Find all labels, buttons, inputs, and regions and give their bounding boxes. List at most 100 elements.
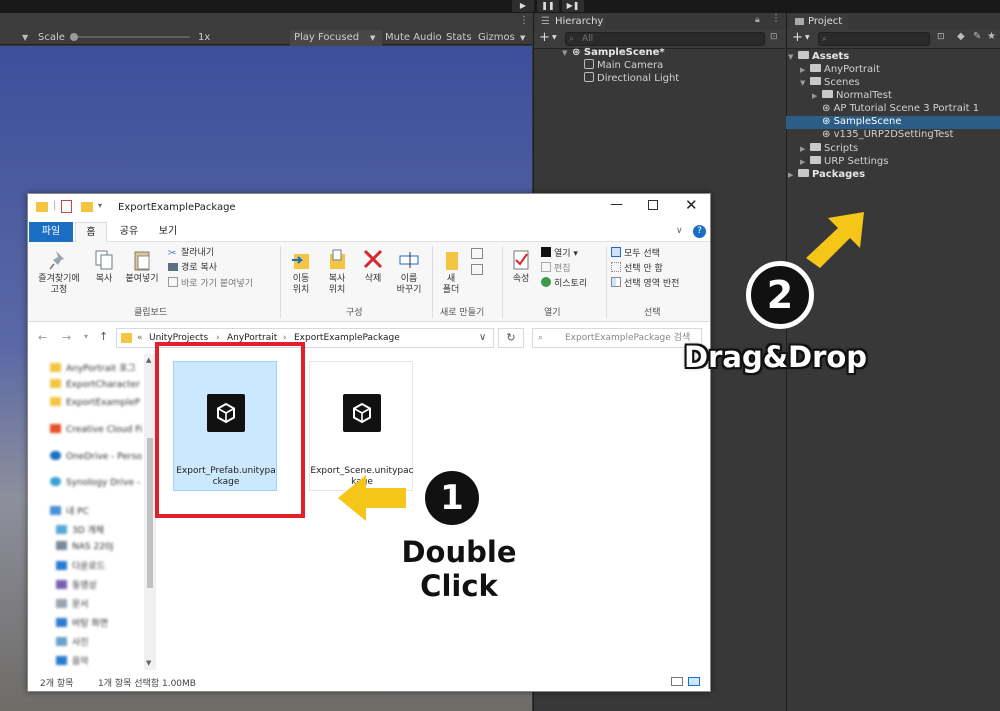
nav-item[interactable]: OneDrive - Perso [50,451,142,462]
nav-item[interactable]: 바탕 화면 [56,616,108,629]
forward-button[interactable]: → [62,331,71,344]
scroll-down-icon[interactable]: ▼ [146,659,151,667]
tab-share[interactable]: 공유 [111,222,147,242]
expand-icon[interactable]: ▶ [788,169,798,182]
tab-view[interactable]: 보기 [150,222,186,242]
nav-item[interactable]: 음악 [56,654,89,667]
copy-button[interactable]: 복사 [88,248,120,285]
details-view-icon[interactable] [671,677,683,686]
hierarchy-item[interactable]: Directional Light [584,72,679,85]
pause-button[interactable]: ❚❚ [537,0,559,12]
tree-item-scripts[interactable]: ▶ Scripts [800,142,858,156]
display-dropdown-icon[interactable]: ▼ [22,32,28,44]
invert-selection-button[interactable]: 선택 영역 반전 [611,277,679,290]
create-dropdown-icon[interactable]: ▼ [552,34,557,41]
file-tile-scene[interactable]: Export_Scene.unitypackage [309,361,414,491]
hierarchy-search-input[interactable]: ⌕ All [565,32,765,46]
search-options-icon[interactable]: ⊡ [937,32,945,42]
favorites-icon[interactable]: ★ [987,31,996,42]
expand-icon[interactable]: ▼ [788,51,798,64]
nav-item[interactable]: Creative Cloud Fi [50,424,142,435]
select-all-button[interactable]: 모두 선택 [611,247,660,260]
label-icon[interactable]: ✎ [973,31,981,42]
select-none-button[interactable]: 선택 안 함 [611,262,663,275]
scene-row[interactable]: ▼ ⊛ SampleScene* [562,46,665,60]
search-options-icon[interactable]: ⊡ [770,32,778,42]
tree-item-assets[interactable]: ▼ Assets [788,50,849,64]
easy-access-icon[interactable] [471,264,483,275]
scale-slider-handle[interactable] [70,33,78,41]
lock-icon[interactable]: 🔒︎ [755,15,760,25]
nav-item[interactable]: 사진 [56,635,89,648]
tree-item-urp-settings[interactable]: ▶ URP Settings [800,155,889,169]
new-item-icon[interactable] [471,248,483,259]
properties-icon[interactable] [61,200,72,213]
back-button[interactable]: ← [38,331,47,344]
open-button[interactable]: 열기 ▾ [541,247,578,260]
project-search-input[interactable]: ⌕ [818,32,930,46]
mute-audio-button[interactable]: Mute Audio [385,32,442,44]
new-folder-button[interactable]: 새 폴더 [436,248,466,296]
rename-button[interactable]: 이름 바꾸기 [390,248,428,296]
nav-item[interactable]: 3D 개체 [56,523,104,536]
move-to-button[interactable]: 이동 위치 [284,248,318,296]
cut-button[interactable]: ✂ 잘라내기 [168,247,214,259]
scrollbar-thumb[interactable] [147,438,153,588]
close-button[interactable]: ✕ [685,196,698,214]
paste-button[interactable]: 붙여넣기 [120,248,164,285]
hierarchy-menu-icon[interactable]: ⋮ [771,13,781,24]
nav-item[interactable]: 다운로드 [56,559,105,572]
ribbon-expand-icon[interactable]: ∨ [676,226,683,236]
expand-icon[interactable]: ▼ [800,77,810,90]
folder-search-input[interactable]: ⌕ ExportExamplePackage 검색 [532,328,702,348]
tree-item-samplescene[interactable]: ⊛ SampleScene [822,115,902,128]
nav-item[interactable]: AnyPortrait 포그 [50,361,136,374]
stats-button[interactable]: Stats [446,32,472,44]
properties-button[interactable]: 속성 [506,248,536,285]
minimize-button[interactable]: — [610,197,623,212]
copy-path-button[interactable]: 경로 복사 [168,262,217,274]
up-button[interactable]: ↑ [99,330,108,343]
edit-button[interactable]: 편집 [541,262,571,275]
scale-slider[interactable] [70,33,190,41]
scroll-up-icon[interactable]: ▲ [146,356,151,364]
path-overflow[interactable]: « [137,329,143,347]
game-menu-icon[interactable]: ⋮ [519,15,529,27]
history-button[interactable]: 히스토리 [541,277,587,290]
nav-item[interactable]: ExportCharacter [50,379,140,390]
nav-item[interactable]: ExportExampleP [50,397,140,408]
recent-dropdown-icon[interactable]: ▾ [84,332,88,341]
large-icons-view-icon[interactable] [688,677,700,686]
tree-item-anyportrait[interactable]: ▶ AnyPortrait [800,63,880,77]
play-button[interactable]: ▶ [512,0,534,12]
nav-item[interactable]: 동영상 [56,578,97,591]
maximize-button[interactable] [648,200,658,210]
create-dropdown-icon[interactable]: ▼ [805,34,810,41]
tab-project[interactable]: Project [790,14,848,29]
tree-item-scene-file[interactable]: ⊛ v135_URP2DSettingTest [822,128,953,141]
pin-quick-access-button[interactable]: 즐겨찾기에 고정 [32,248,86,296]
tree-item-normaltest[interactable]: ▶ NormalTest [812,89,892,103]
help-icon[interactable]: ? [693,225,706,238]
nav-item[interactable]: Synology Drive - [50,477,140,488]
filter-type-icon[interactable]: ◆ [957,31,965,42]
breadcrumb-item[interactable]: ExportExamplePackage [294,329,400,347]
step-button[interactable]: ▶❚ [562,0,584,12]
tab-home[interactable]: 홈 [75,222,107,242]
nav-item[interactable]: NAS 220J [56,541,113,552]
refresh-button[interactable]: ↻ [498,328,524,348]
new-folder-icon[interactable] [81,202,93,212]
address-dropdown-icon[interactable]: ∨ [479,329,486,347]
tree-item-packages[interactable]: ▶ Packages [788,168,865,182]
paste-shortcut-button[interactable]: 바로 가기 붙여넣기 [168,277,253,290]
tree-item-scene-file[interactable]: ⊛ AP Tutorial Scene 3 Portrait 1 [822,102,979,115]
expand-icon[interactable]: ▼ [562,47,572,60]
tab-hierarchy[interactable]: ☰ Hierarchy [537,14,605,29]
play-mode-dropdown[interactable]: Play Focused ▼ [290,30,382,46]
nav-item[interactable]: 문서 [56,597,89,610]
tab-file[interactable]: 파일 [29,222,73,242]
copy-to-button[interactable]: 복사 위치 [320,248,354,296]
delete-button[interactable]: 삭제 [358,248,388,285]
create-plus-icon[interactable]: + [539,30,550,45]
create-plus-icon[interactable]: + [792,30,803,45]
